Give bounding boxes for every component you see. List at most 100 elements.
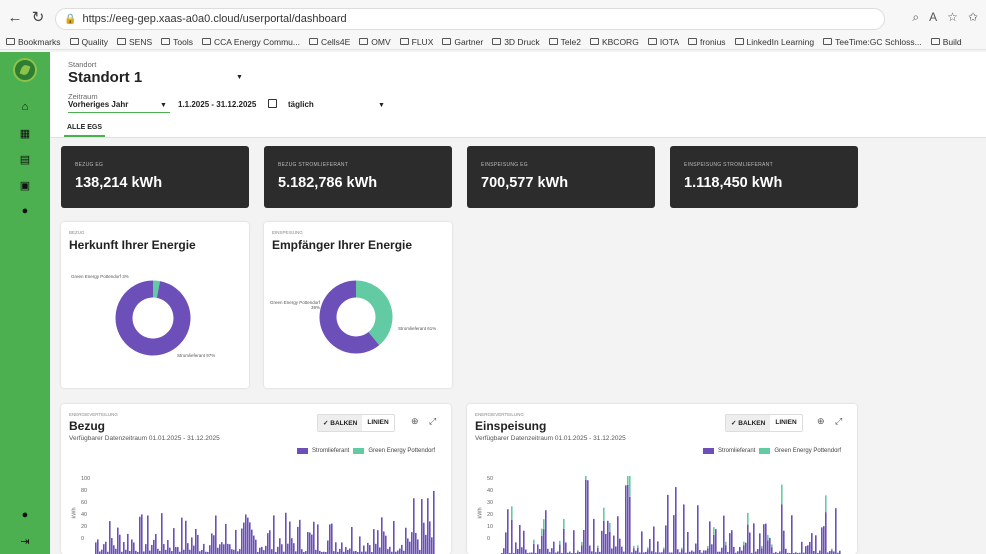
home-icon[interactable]: ⌂ xyxy=(18,100,32,114)
bookmark-item[interactable]: Tools xyxy=(161,37,193,47)
bookmark-item[interactable]: Build xyxy=(930,37,962,47)
bar-mark xyxy=(109,521,111,554)
bar-mark xyxy=(795,551,797,553)
bar-mark xyxy=(95,542,97,554)
zoom-icon[interactable]: ⊕ xyxy=(411,416,419,427)
bookmark-label: Tele2 xyxy=(560,36,581,47)
chevron-down-icon[interactable]: ▼ xyxy=(378,102,385,109)
bar-mark xyxy=(619,538,621,554)
back-icon[interactable]: ← xyxy=(4,6,26,28)
legend-label: Green Energy Pottendorf xyxy=(368,448,436,454)
user-icon[interactable]: ● xyxy=(18,508,32,522)
bar-mark xyxy=(815,535,817,554)
bar-mark xyxy=(169,547,171,554)
date-range[interactable]: 1.1.2025 - 31.12.2025 xyxy=(178,100,256,109)
bar-mark xyxy=(261,546,263,554)
logo-icon[interactable] xyxy=(13,58,37,82)
bookmark-item[interactable]: KBCORG xyxy=(589,37,639,47)
balken-button[interactable]: ✓ BALKEN xyxy=(726,415,771,431)
bookmark-item[interactable]: CCA Energy Commu... xyxy=(201,37,300,47)
bar-mark xyxy=(267,533,269,554)
bookmark-item[interactable]: 3D Druck xyxy=(492,36,540,47)
bar-mark xyxy=(243,522,245,554)
linien-button[interactable]: LINIEN xyxy=(362,415,393,431)
bookmark-item[interactable]: Tele2 xyxy=(548,36,581,47)
bookmark-label: 3D Druck xyxy=(504,36,540,47)
bar-mark xyxy=(127,533,129,554)
expand-icon[interactable]: ⤢ xyxy=(835,416,842,427)
bar-mark xyxy=(663,547,665,550)
expand-icon[interactable]: ⤢ xyxy=(429,416,436,427)
favorites-bar-icon[interactable]: ✩ xyxy=(968,10,978,25)
bar-mark xyxy=(153,539,155,554)
bar-mark xyxy=(525,549,527,554)
logout-icon[interactable]: ⇥ xyxy=(18,534,32,548)
bookmark-label: LinkedIn Learning xyxy=(746,36,815,47)
bar-mark xyxy=(805,546,807,554)
kpi-value: 1.118,450 kWh xyxy=(684,175,783,191)
kpi-value: 138,214 kWh xyxy=(75,175,163,191)
bar-mark xyxy=(239,549,241,554)
bar-mark xyxy=(523,530,525,554)
bar-mark xyxy=(835,508,837,554)
calendar-icon[interactable] xyxy=(268,99,277,108)
info-icon[interactable]: ● xyxy=(18,204,32,218)
bar-mark xyxy=(503,548,505,554)
document-icon[interactable]: ▤ xyxy=(18,152,32,166)
invoice-icon[interactable]: ▣ xyxy=(18,178,32,192)
bookmark-item[interactable]: IOTA xyxy=(647,37,679,47)
bookmark-item[interactable]: LinkedIn Learning xyxy=(734,36,815,47)
url-field[interactable]: 🔒 https://eeg-gep.xaas-a0a0.cloud/userpo… xyxy=(55,8,885,30)
bar-mark xyxy=(825,495,827,513)
bar-mark xyxy=(657,541,659,554)
chevron-down-icon[interactable]: ▼ xyxy=(160,102,167,109)
bar-mark xyxy=(253,535,255,554)
bar-mark xyxy=(559,540,561,545)
bookmark-item[interactable]: fronius xyxy=(688,37,726,47)
favorite-icon[interactable]: ☆ xyxy=(947,10,958,25)
bar-mark xyxy=(281,544,283,554)
bookmark-item[interactable]: SENS xyxy=(116,37,152,47)
zeitraum-select[interactable]: Vorheriges Jahr xyxy=(68,100,170,113)
bookmark-item[interactable]: TeeTime:GC Schloss... xyxy=(823,37,922,47)
bar-mark xyxy=(189,549,191,554)
bookmark-item[interactable]: Bookmarks xyxy=(6,37,61,47)
bar-mark xyxy=(155,533,157,554)
reload-icon[interactable]: ↻ xyxy=(27,6,49,28)
search-icon[interactable]: ⌕ xyxy=(912,10,919,25)
bar-mark xyxy=(373,529,375,554)
donut-chart xyxy=(115,280,191,356)
bar-mark xyxy=(379,547,381,554)
bookmark-item[interactable]: Quality xyxy=(69,37,108,47)
kpi-card: BEZUG EG 138,214 kWh xyxy=(61,146,249,208)
folder-icon xyxy=(589,38,599,45)
dashboard-icon[interactable]: ▦ xyxy=(18,126,32,140)
chevron-down-icon[interactable]: ▼ xyxy=(236,74,243,81)
bookmark-item[interactable]: Gartner xyxy=(442,37,483,47)
bookmark-label: Cells4E xyxy=(320,36,351,47)
tab-alle-egs[interactable]: ALLE EGS xyxy=(64,124,106,137)
bookmark-item[interactable]: Cells4E xyxy=(308,36,351,47)
linien-button[interactable]: LINIEN xyxy=(770,415,801,431)
bar-mark xyxy=(209,545,211,554)
interval-select[interactable]: täglich xyxy=(288,100,314,109)
bar-mark xyxy=(543,519,545,530)
bar-mark xyxy=(287,543,289,554)
bar-mark xyxy=(291,538,293,554)
bar-mark xyxy=(211,533,213,554)
bar-mark xyxy=(351,527,353,554)
bar-mark xyxy=(629,476,631,497)
bar-mark xyxy=(221,542,223,554)
bar-mark xyxy=(607,520,609,554)
bookmark-item[interactable]: OMV xyxy=(359,37,391,47)
standort-select[interactable]: Standort 1 xyxy=(68,69,142,86)
bar-mark xyxy=(375,543,377,554)
zoom-icon[interactable]: ⊕ xyxy=(817,416,825,427)
bookmark-item[interactable]: FLUX xyxy=(399,37,433,47)
bar-mark xyxy=(747,524,749,554)
bar-mark xyxy=(621,546,623,554)
bar-mark xyxy=(713,534,715,554)
bar-mark xyxy=(195,528,197,554)
read-aloud-icon[interactable]: A xyxy=(929,10,937,25)
balken-button[interactable]: ✓ BALKEN xyxy=(318,415,363,431)
